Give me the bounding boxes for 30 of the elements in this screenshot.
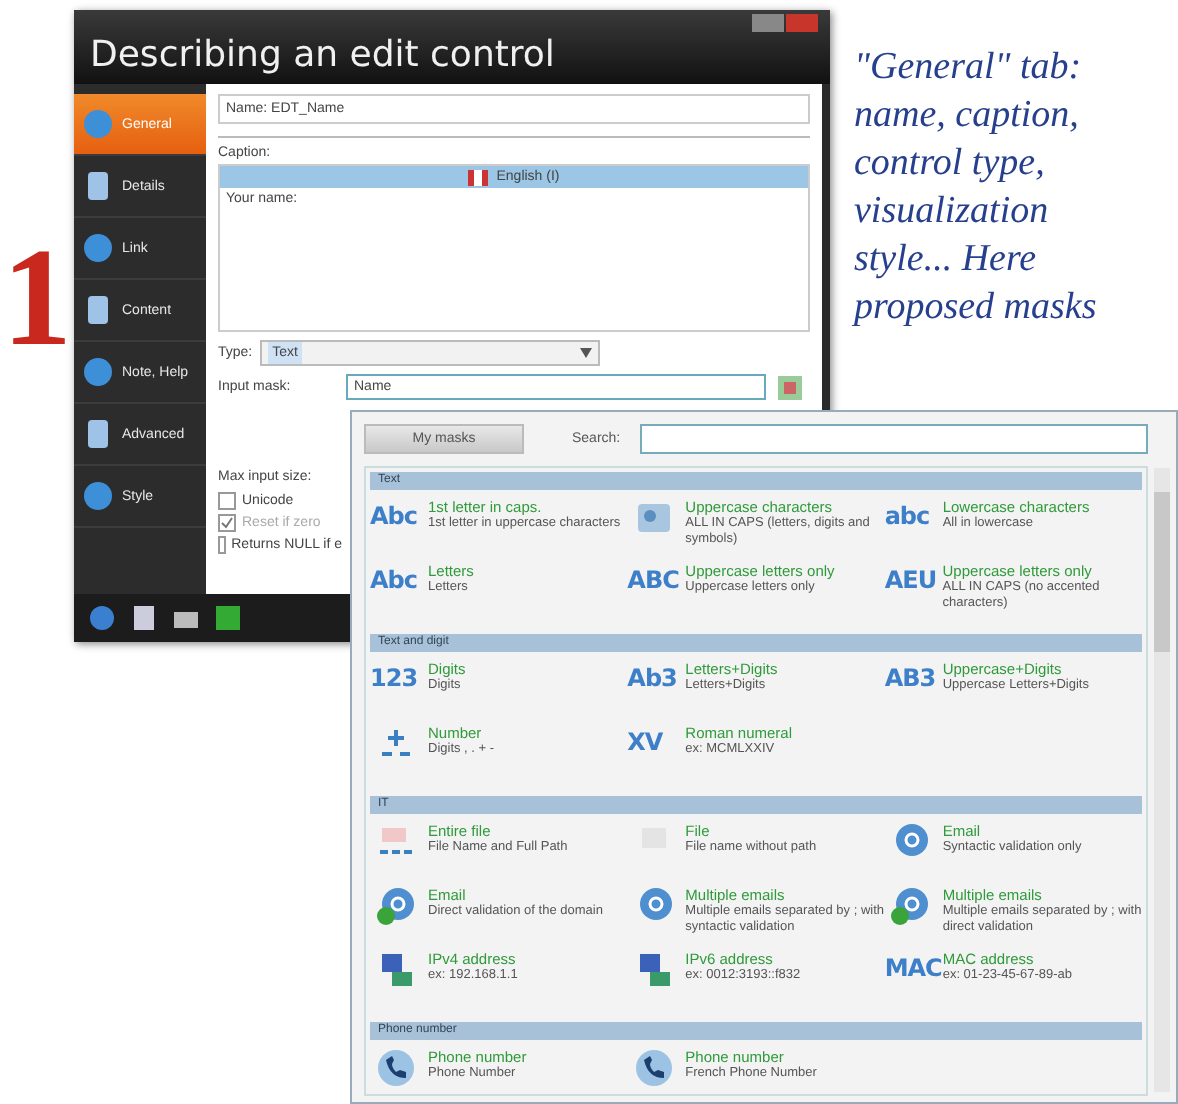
page-icon <box>82 294 114 326</box>
circle-icon <box>82 480 114 512</box>
picture-icon <box>633 498 674 538</box>
check-icon <box>220 516 234 530</box>
letters-icon: Abc <box>370 498 422 534</box>
phone-icon <box>376 1048 416 1088</box>
letters-icon: Ab3 <box>627 660 680 696</box>
letters-icon: Abc <box>370 562 422 598</box>
letters-icon: AEU <box>884 562 937 598</box>
window-title: Describing an edit control <box>90 34 555 76</box>
circle-icon <box>82 356 114 388</box>
phone-icon <box>633 1048 674 1088</box>
caret-icon <box>580 348 593 358</box>
circle-icon <box>82 108 114 140</box>
step-number: 1 <box>2 230 72 370</box>
document-icon[interactable] <box>132 606 156 630</box>
letters-icon: abc <box>884 498 937 534</box>
caption-text: "General" tab: name, caption, control type, visualization style... Here proposed masks <box>854 44 1099 332</box>
search-field[interactable] <box>640 423 1148 453</box>
letters-icon: XV <box>627 724 680 760</box>
network-icon <box>376 950 416 990</box>
letters-icon: MAC <box>884 950 937 986</box>
page-icon <box>82 170 114 202</box>
scrollbar[interactable] <box>1154 468 1170 1092</box>
page-icon <box>82 418 114 450</box>
letters-icon: ABC <box>627 562 680 598</box>
letters-icon: 123 <box>370 660 422 696</box>
circle-icon <box>82 232 114 264</box>
flag-icon <box>468 169 489 185</box>
letters-icon: AB3 <box>884 660 937 696</box>
